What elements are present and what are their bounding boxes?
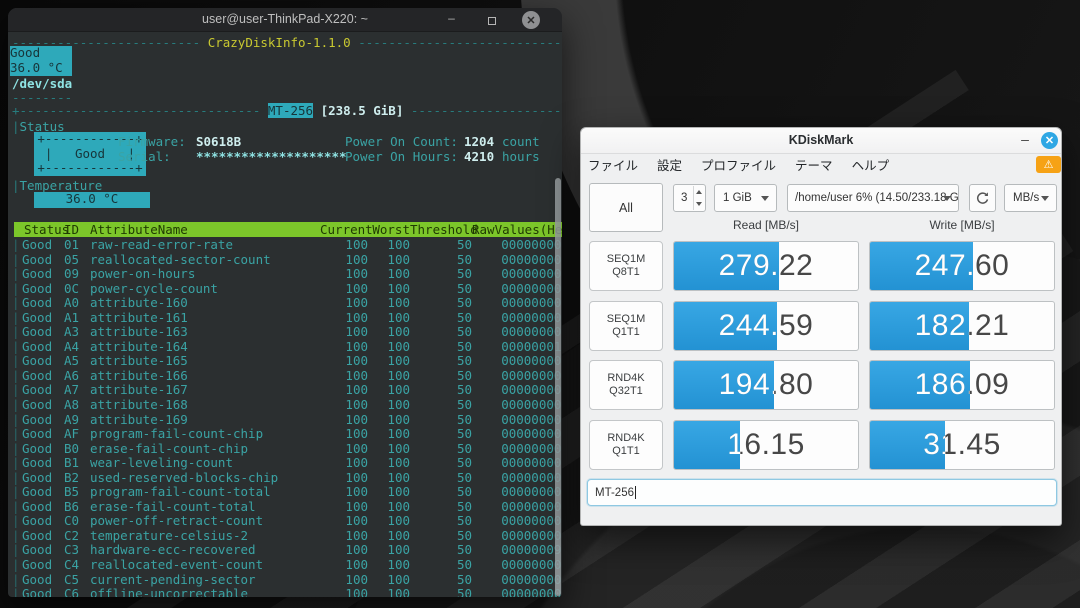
test-button[interactable]: RND4KQ32T1: [589, 360, 663, 410]
benchmark-row: RND4KQ1T1 16.15 16.15 31.45 31.45: [581, 420, 1061, 470]
disk-section-header: +-------------------------------- MT-256…: [12, 103, 562, 118]
benchmark-row: RND4KQ32T1 194.80 194.80 186.09 186.09: [581, 360, 1061, 410]
smart-table-row: | Good C4 reallocated-event-count 100 10…: [12, 557, 560, 572]
terminal-maximize-button[interactable]: [484, 13, 499, 28]
smart-table-row: | Good A0 attribute-160 100 100 50 00000…: [12, 295, 560, 310]
benchmark-name-input[interactable]: MT-256: [587, 479, 1057, 506]
warning-icon: ⚠: [1044, 158, 1054, 171]
terminal-close-button[interactable]: ✕: [522, 11, 540, 29]
terminal-titlebar[interactable]: user@user-ThinkPad-X220: ~ – ✕: [8, 8, 562, 32]
unit-dropdown[interactable]: MB/s: [1004, 184, 1057, 212]
write-result-bar: 247.60 247.60: [869, 241, 1055, 291]
desktop: user@user-ThinkPad-X220: ~ – ✕ ---------…: [0, 0, 1080, 608]
smart-table-row: | Good A1 attribute-161 100 100 50 00000…: [12, 310, 560, 325]
smart-table-row: | Good 05 reallocated-sector-count 100 1…: [12, 252, 560, 267]
read-result-bar: 16.15 16.15: [673, 420, 859, 470]
text-caret: [635, 486, 636, 499]
benchmark-row: SEQ1MQ1T1 244.59 244.59 182.21 182.21: [581, 301, 1061, 351]
smart-table-row: | Good A4 attribute-164 100 100 50 00000…: [12, 339, 560, 354]
smart-table-row: | Good A5 attribute-165 100 100 50 00000…: [12, 353, 560, 368]
write-result-bar: 182.21 182.21: [869, 301, 1055, 351]
power-on-hours-unit: hours: [502, 149, 540, 164]
warning-badge[interactable]: ⚠: [1036, 156, 1061, 173]
write-result-bar: 31.45 31.45: [869, 420, 1055, 470]
terminal-window: user@user-ThinkPad-X220: ~ – ✕ ---------…: [8, 8, 562, 597]
read-result-bar: 279.22 279.22: [673, 241, 859, 291]
benchmark-row: SEQ1MQ8T1 279.22 279.22 247.60 247.60: [581, 241, 1061, 291]
terminal-minimize-button[interactable]: –: [444, 10, 459, 25]
smart-table-row: | Good C0 power-off-retract-count 100 10…: [12, 513, 560, 528]
smart-table-row: | Good 09 power-on-hours 100 100 50 0000…: [12, 266, 560, 281]
smart-table-row: | Good A3 attribute-163 100 100 50 00000…: [12, 324, 560, 339]
serial-value: ********************: [196, 149, 347, 164]
smart-table-row: | Good 01 raw-read-error-rate 100 100 50…: [12, 237, 560, 252]
terminal-app-header: ------------------------- CrazyDiskInfo-…: [12, 35, 562, 50]
power-on-count-unit: count: [502, 134, 540, 149]
smart-table-row: | Good B0 erase-fail-count-chip 100 100 …: [12, 441, 560, 456]
smart-table-row: | Good C6 offline-uncorrectable 100 100 …: [12, 586, 560, 597]
smart-table-row: | Good A9 attribute-169 100 100 50 00000…: [12, 412, 560, 427]
write-result-bar: 186.09 186.09: [869, 360, 1055, 410]
terminal-scrollbar[interactable]: [555, 178, 561, 596]
read-result-bar: 244.59 244.59: [673, 301, 859, 351]
menu-item[interactable]: ヘルプ: [852, 155, 890, 174]
menu-item[interactable]: プロファイル: [701, 155, 776, 174]
smart-table-row: | Good AF program-fail-count-chip 100 10…: [12, 426, 560, 441]
smart-table-row: | Good B5 program-fail-count-total 100 1…: [12, 484, 560, 499]
test-button[interactable]: SEQ1MQ1T1: [589, 301, 663, 351]
target-drive-dropdown[interactable]: /home/user 6% (14.50/233.18 G: [787, 184, 959, 212]
menu-item[interactable]: 設定: [657, 155, 682, 174]
smart-table-row: | Good C5 current-pending-sector 100 100…: [12, 572, 560, 587]
smart-table-row: | Good 0C power-cycle-count 100 100 50 0…: [12, 281, 560, 296]
chevron-down-icon: [943, 196, 951, 201]
read-column-header: Read [MB/s]: [673, 218, 859, 232]
spin-up-icon[interactable]: [694, 186, 704, 198]
spin-down-icon[interactable]: [694, 198, 704, 210]
serial-label: Serial:: [118, 149, 171, 164]
test-button[interactable]: SEQ1MQ8T1: [589, 241, 663, 291]
test-size-dropdown[interactable]: 1 GiB: [714, 184, 777, 212]
smart-table-row: | Good B2 used-reserved-blocks-chip 100 …: [12, 470, 560, 485]
firmware-value: S0618B: [196, 134, 241, 149]
disk-device-path: /dev/sda: [12, 76, 72, 91]
kdiskmark-titlebar[interactable]: KDiskMark – ✕: [581, 128, 1061, 154]
smart-table-row: | Good B6 erase-fail-count-total 100 100…: [12, 499, 560, 514]
terminal-title: user@user-ThinkPad-X220: ~: [8, 12, 562, 26]
run-all-button[interactable]: All: [589, 183, 663, 232]
passes-spinner[interactable]: 3: [673, 184, 706, 212]
menu-item[interactable]: ファイル: [588, 155, 638, 174]
power-on-count-label: Power On Count:: [345, 134, 458, 149]
smart-table-body: | Good 01 raw-read-error-rate 100 100 50…: [12, 237, 560, 597]
refresh-icon: [975, 191, 990, 206]
disk-health-badge: Good 36.0 °C: [10, 46, 72, 76]
power-on-hours-value: 4210: [464, 149, 494, 164]
smart-table-row: | Good A8 attribute-168 100 100 50 00000…: [12, 397, 560, 412]
kdiskmark-title: KDiskMark: [581, 133, 1061, 147]
refresh-button[interactable]: [969, 184, 996, 212]
chevron-down-icon: [1041, 196, 1049, 201]
chevron-down-icon: [761, 196, 769, 201]
test-button[interactable]: RND4KQ1T1: [589, 420, 663, 470]
kdiskmark-window: KDiskMark – ✕ ファイル設定プロファイルテーマヘルプ ⚠ All 3…: [580, 127, 1062, 526]
read-result-bar: 194.80 194.80: [673, 360, 859, 410]
smart-table-row: | Good B1 wear-leveling-count 100 100 50…: [12, 455, 560, 470]
kdiskmark-close-button[interactable]: ✕: [1041, 132, 1058, 149]
smart-table-row: | Good A6 attribute-166 100 100 50 00000…: [12, 368, 560, 383]
power-on-count-value: 1204: [464, 134, 494, 149]
menu-item[interactable]: テーマ: [795, 155, 833, 174]
smart-table-row: | Good C3 hardware-ecc-recovered 100 100…: [12, 542, 560, 557]
kdiskmark-menubar: ファイル設定プロファイルテーマヘルプ: [581, 154, 1061, 175]
smart-table-row: | Good C2 temperature-celsius-2 100 100 …: [12, 528, 560, 543]
smart-table-row: | Good A7 attribute-167 100 100 50 00000…: [12, 382, 560, 397]
firmware-label: Firmware:: [118, 134, 186, 149]
power-on-hours-label: Power On Hours:: [345, 149, 458, 164]
maximize-icon: [488, 17, 496, 25]
temperature-box: 36.0 °C: [34, 192, 150, 208]
write-column-header: Write [MB/s]: [869, 218, 1055, 232]
kdiskmark-minimize-button[interactable]: –: [1017, 131, 1033, 147]
smart-table-header: Status ID AttributeName Current Worst Th…: [14, 222, 562, 237]
